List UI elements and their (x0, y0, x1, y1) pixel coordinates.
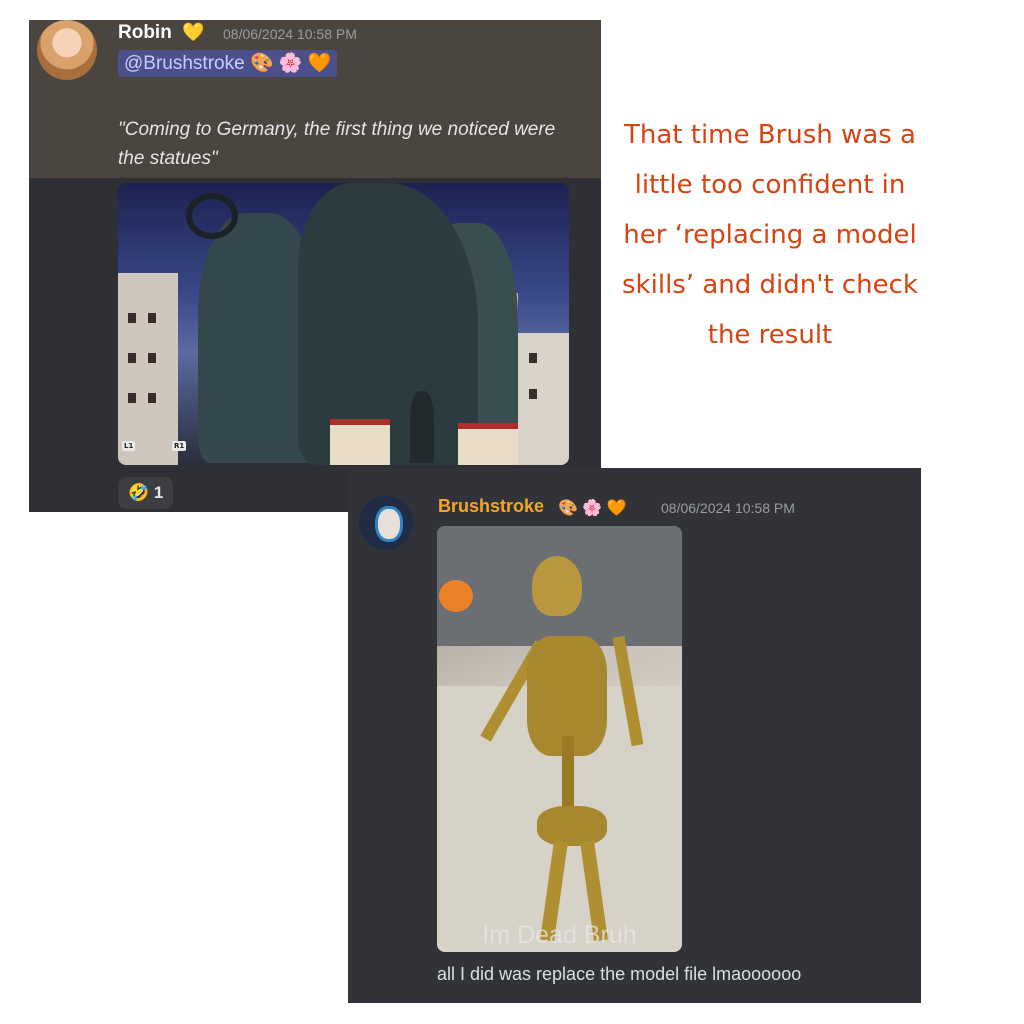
brushstroke-timestamp: 08/06/2024 10:58 PM (661, 500, 795, 516)
username-emojis: 🎨 🌸 🧡 (558, 500, 627, 517)
brushstroke-username[interactable]: Brushstroke (438, 496, 544, 517)
r1-button-hint: R1 (172, 441, 187, 451)
mention-text: @Brushstroke (124, 53, 245, 74)
skull-face-icon (375, 506, 403, 542)
robin-username[interactable]: Robin (118, 22, 172, 44)
reaction-count: 1 (153, 483, 164, 502)
skeleton-video-thumbnail[interactable]: Im Dead Bruh (437, 526, 682, 952)
brushstroke-avatar[interactable] (359, 496, 413, 550)
brushstroke-message-text: all I did was replace the model file lma… (437, 964, 802, 984)
l1-button-hint: L1 (122, 441, 136, 451)
pumpkin-decoration (439, 580, 473, 612)
left-building (118, 273, 178, 465)
robin-message-card: Robin 💛 08/06/2024 10:58 PM @Brushstroke… (29, 20, 601, 512)
brushstroke-message-card: Brushstroke 🎨 🌸 🧡 08/06/2024 10:58 PM Im… (348, 468, 921, 1003)
poster-board-left (330, 419, 390, 465)
robin-avatar[interactable] (37, 20, 97, 80)
statues-game-screenshot[interactable]: L1 R1 (118, 183, 569, 465)
skeleton-skull (532, 556, 582, 616)
laughing-reaction-button[interactable]: 🤣 1 (118, 477, 174, 509)
robin-message-text: "Coming to Germany, the first thing we n… (118, 119, 556, 169)
skeleton-pelvis (537, 806, 607, 846)
small-statue (410, 391, 434, 463)
rofl-emoji-icon: 🤣 (128, 483, 150, 502)
laurel-wreath (186, 193, 238, 239)
brushstroke-mention[interactable]: @Brushstroke 🎨 🌸 🧡 (118, 50, 338, 77)
meme-caption: That time Brush was a little too confide… (622, 120, 918, 350)
mention-emojis: 🎨 🌸 🧡 (249, 53, 332, 74)
robin-timestamp: 08/06/2024 10:58 PM (223, 26, 357, 42)
video-overlay-text: Im Dead Bruh (482, 921, 637, 949)
poster-board-right (458, 423, 518, 465)
skeleton-spine (562, 736, 574, 816)
yellow-heart-icon: 💛 (182, 22, 205, 42)
